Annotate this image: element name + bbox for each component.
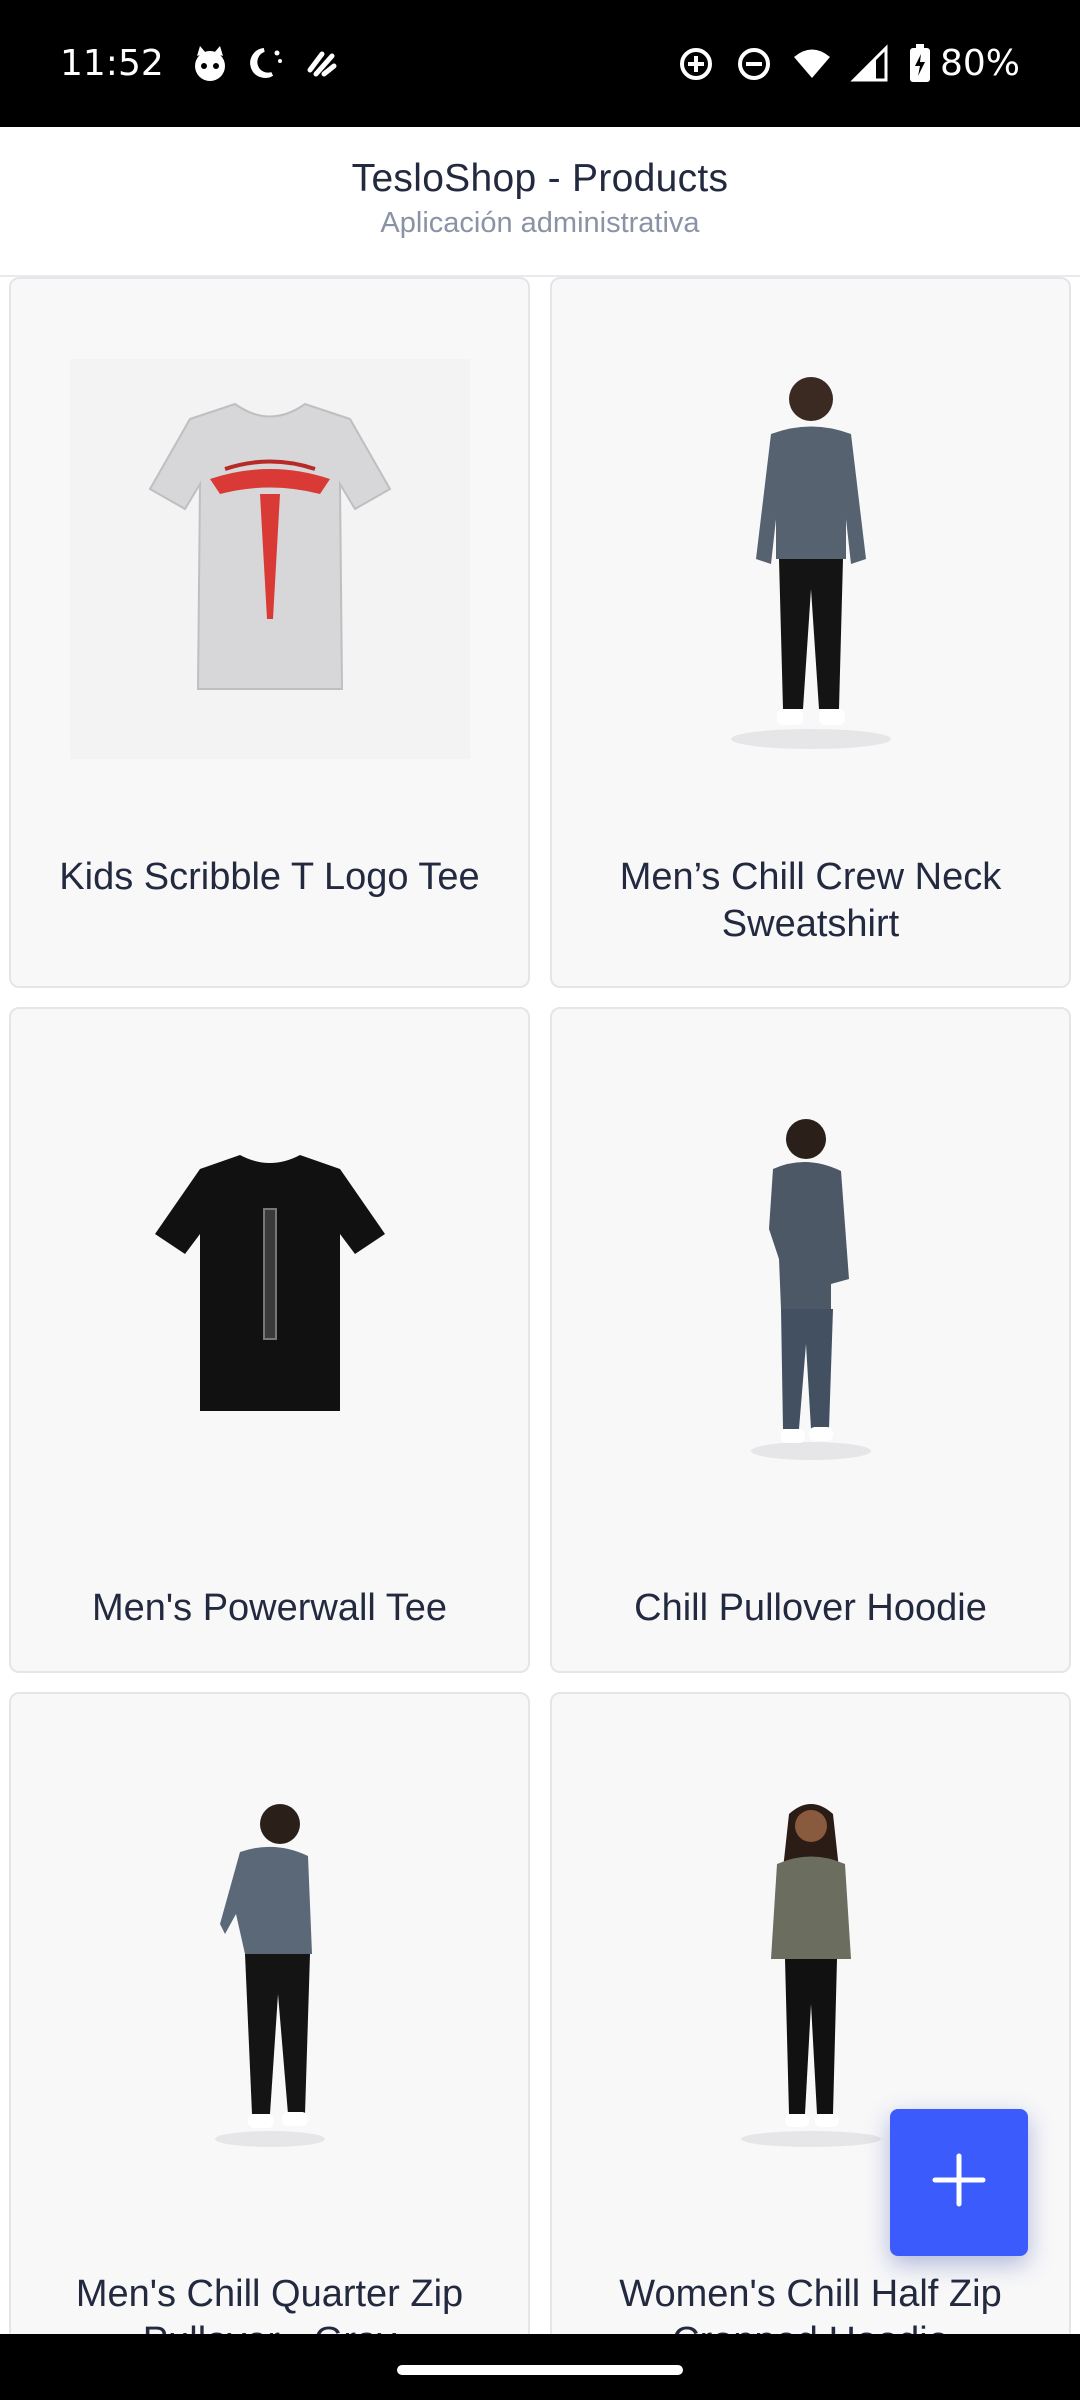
cat-face-icon xyxy=(190,44,230,84)
product-card[interactable]: Men’s Chill Crew Neck Sweatshirt xyxy=(550,277,1071,988)
product-card[interactable]: Men's Chill Quarter Zip Pullover - Gray xyxy=(9,1692,530,2334)
page-title: TesloShop - Products xyxy=(351,157,729,200)
do-not-disturb-icon xyxy=(734,44,774,84)
add-product-button[interactable] xyxy=(890,2109,1028,2256)
product-name: Chill Pullover Hoodie xyxy=(634,1587,987,1629)
product-name: Men's Chill Quarter Zip Pullover - Gray xyxy=(75,2273,464,2334)
product-card[interactable]: Men's Powerwall Tee xyxy=(9,1007,530,1673)
moon-night-icon xyxy=(246,44,286,84)
battery-charging-icon xyxy=(908,43,932,84)
product-name: Men's Powerwall Tee xyxy=(91,1587,448,1629)
crew-neck-sweatshirt-image xyxy=(552,279,1069,839)
status-bar: 11:52 80% xyxy=(0,0,1080,127)
pullover-hoodie-image xyxy=(552,1009,1069,1569)
home-gesture-handle[interactable] xyxy=(397,2365,683,2375)
product-grid: Kids Scribble T Logo Tee Men’s Chill Cre… xyxy=(0,277,1080,2334)
quarter-zip-pullover-image xyxy=(11,1694,528,2254)
product-name: Men’s Chill Crew Neck Sweatshirt xyxy=(619,856,1002,945)
product-name: Kids Scribble T Logo Tee xyxy=(59,856,480,898)
product-name: Women's Chill Half Zip Cropped Hoodie xyxy=(619,2273,1002,2334)
navigation-bar xyxy=(0,2334,1080,2400)
kids-tee-image xyxy=(11,279,528,839)
app-logo-icon xyxy=(302,44,342,84)
battery-percentage: 80% xyxy=(939,43,1020,84)
wifi-icon xyxy=(792,44,832,84)
data-saver-icon xyxy=(676,44,716,84)
product-card[interactable]: Kids Scribble T Logo Tee xyxy=(9,277,530,988)
app-header: TesloShop - Products Aplicación administ… xyxy=(0,127,1080,277)
product-card[interactable]: Chill Pullover Hoodie xyxy=(550,1007,1071,1673)
signal-icon xyxy=(850,43,890,84)
page-subtitle: Aplicación administrativa xyxy=(380,207,700,239)
status-time: 11:52 xyxy=(60,43,164,84)
plus-icon xyxy=(929,2150,989,2215)
powerwall-tee-image xyxy=(11,1009,528,1569)
